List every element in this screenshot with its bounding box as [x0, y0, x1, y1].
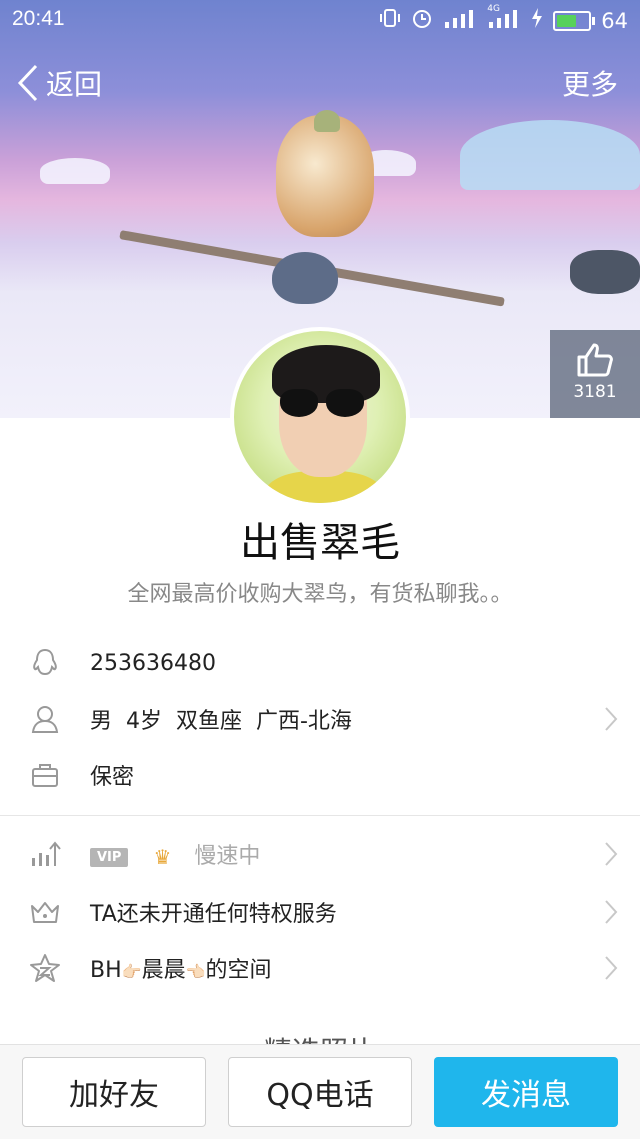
- qq-call-button[interactable]: QQ电话: [228, 1057, 412, 1127]
- back-label: 返回: [46, 68, 103, 101]
- occupation: 保密: [90, 765, 135, 790]
- signal-icon: [443, 8, 477, 33]
- qq-number-row[interactable]: 253636480: [0, 635, 640, 691]
- profile-name: 出售翠毛: [240, 520, 400, 566]
- vip-info: VIP ♛ 慢速中: [90, 838, 260, 870]
- occupation-row: 保密: [0, 747, 640, 803]
- qq-number: 253636480: [90, 650, 216, 676]
- more-button[interactable]: 更多: [562, 58, 618, 108]
- battery-nub: [592, 16, 596, 25]
- qzone-owner: 晨晨: [141, 958, 186, 983]
- chevron-right-icon: [605, 956, 618, 980]
- iceberg-right: [460, 120, 640, 190]
- profile-signature: 全网最高价收购大翠鸟，有货私聊我。。: [127, 582, 513, 607]
- vip-status: 慢速中: [194, 844, 261, 869]
- qzone-suffix: 的空间: [205, 958, 272, 983]
- charging-icon: [531, 8, 543, 33]
- battery-level: [557, 14, 577, 27]
- avatar[interactable]: [230, 327, 410, 507]
- status-time: 20:41: [12, 7, 65, 30]
- qzone-prefix: BH: [90, 958, 122, 983]
- vip-badge: VIP: [90, 847, 129, 867]
- chevron-right-icon: [605, 707, 618, 731]
- crown-outline-icon: [28, 895, 62, 929]
- person-icon: [28, 702, 62, 736]
- qzone-star-icon: [28, 951, 62, 985]
- network-type-label: 4G: [487, 4, 500, 14]
- section-title-peek: 精选照片: [0, 1030, 640, 1044]
- add-friend-button[interactable]: 加好友: [22, 1057, 206, 1127]
- section-divider: [0, 815, 640, 816]
- avatar-sunglasses: [280, 389, 368, 419]
- qzone-title: BH👉🏻晨晨👈🏻的空间: [90, 952, 272, 984]
- briefcase-icon: [28, 758, 62, 792]
- growth-chart-icon: [28, 837, 62, 871]
- chevron-right-icon: [605, 900, 618, 924]
- chevron-right-icon: [605, 842, 618, 866]
- cartoon-penguin: [272, 252, 338, 304]
- privilege-text: TA还未开通任何特权服务: [90, 902, 337, 927]
- iceberg-left: [40, 158, 110, 184]
- alarm-icon: [411, 7, 433, 34]
- cartoon-bird: [276, 115, 374, 237]
- status-icons: 4G 64: [379, 4, 628, 34]
- battery-icon: [553, 10, 596, 31]
- basic-info: 男 4岁 双鱼座 广西-北海: [90, 709, 352, 734]
- bottom-action-bar: 加好友 QQ电话 发消息: [0, 1044, 640, 1139]
- battery-percent: 64: [601, 8, 628, 33]
- crown-icon: ♛: [153, 845, 172, 869]
- cartoon-creature-right: [570, 250, 640, 294]
- vibrate-icon: [379, 7, 401, 34]
- basic-info-row[interactable]: 男 4岁 双鱼座 广西-北海: [0, 691, 640, 747]
- cartoon-bird-head: [314, 110, 340, 132]
- status-bar: 20:41 4G 64: [0, 0, 640, 40]
- chevron-left-icon: [17, 64, 38, 102]
- privilege-row[interactable]: TA还未开通任何特权服务: [0, 884, 640, 940]
- qq-penguin-icon: [28, 646, 62, 680]
- like-count: 3181: [573, 382, 617, 402]
- qzone-row[interactable]: BH👉🏻晨晨👈🏻的空间: [0, 940, 640, 996]
- more-label: 更多: [561, 68, 618, 101]
- vip-row[interactable]: VIP ♛ 慢速中: [0, 826, 640, 882]
- signal-4g-icon: 4G: [487, 4, 521, 33]
- like-button[interactable]: 3181: [550, 330, 640, 418]
- send-message-button[interactable]: 发消息: [434, 1057, 618, 1127]
- pointing-right-emoji: 👉🏻: [121, 962, 142, 981]
- thumbs-up-icon: [577, 343, 613, 377]
- back-button[interactable]: 返回: [16, 58, 102, 108]
- pointing-left-emoji: 👈🏻: [185, 962, 206, 981]
